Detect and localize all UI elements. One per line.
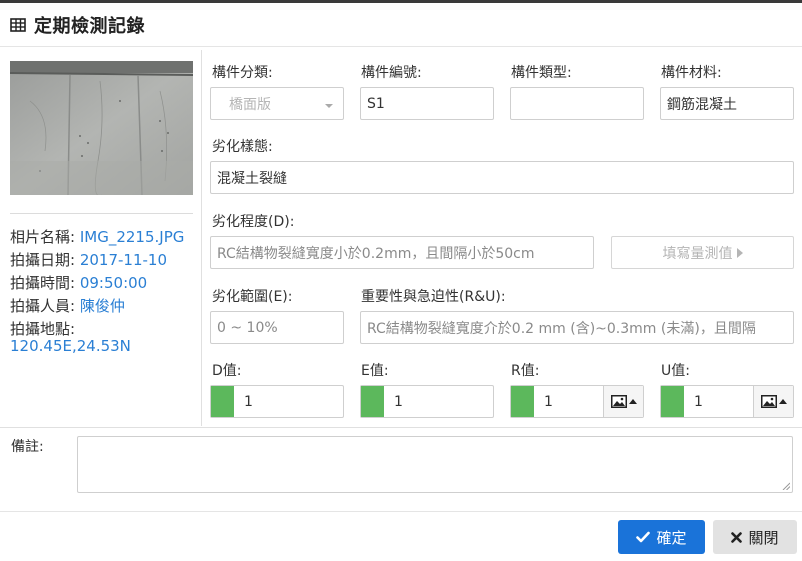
importance-urgency-label: 重要性與急迫性(R&U): <box>361 289 506 305</box>
dialog-title: 定期檢測記錄 <box>34 15 145 37</box>
chevron-down-icon <box>325 104 333 108</box>
component-material-label: 構件材料: <box>661 65 722 81</box>
resize-grip-icon[interactable] <box>782 482 790 490</box>
component-category-select[interactable]: 橋面版 <box>210 87 344 120</box>
photo-name-link[interactable]: IMG_2215.JPG <box>80 228 185 246</box>
table-grid-icon <box>10 17 26 33</box>
deterioration-pattern-label: 劣化樣態: <box>212 139 273 155</box>
component-id-label: 構件編號: <box>361 65 422 81</box>
d-value-field[interactable]: 1 <box>210 385 344 418</box>
caret-up-icon <box>628 399 637 404</box>
inspection-photo[interactable] <box>10 61 193 195</box>
deterioration-range-label: 劣化範圍(E): <box>212 289 293 305</box>
fill-measurement-button[interactable]: 填寫量測值 <box>611 236 794 269</box>
component-type-input[interactable] <box>510 87 644 120</box>
photo-person-row: 拍攝人員: 陳俊仲 <box>10 297 125 315</box>
confirm-button[interactable]: 確定 <box>618 520 705 554</box>
section-divider <box>0 427 802 428</box>
close-button[interactable]: 關閉 <box>713 520 797 554</box>
image-icon <box>760 395 777 408</box>
e-value-color <box>361 386 384 417</box>
d-value-label: D值: <box>212 363 242 379</box>
u-value-image-toggle[interactable] <box>753 386 793 417</box>
footer-divider <box>0 511 802 512</box>
photo-time-value: 09:50:00 <box>79 274 148 292</box>
caret-up-icon <box>778 399 787 404</box>
component-material-input[interactable]: 鋼筋混凝土 <box>660 87 794 120</box>
photo-location-value: 120.45E,24.53N <box>10 337 131 355</box>
photo-person-value: 陳俊仲 <box>79 297 125 315</box>
e-value-field[interactable]: 1 <box>360 385 494 418</box>
photo-metadata: 相片名稱: IMG_2215.JPG 拍攝日期: 2017-11-10 拍攝時間… <box>10 226 200 355</box>
r-value-label: R值: <box>511 363 540 379</box>
deterioration-degree-input[interactable]: RC結構物裂縫寬度小於0.2mm，且間隔小於50cm <box>210 236 594 269</box>
deterioration-degree-label: 劣化程度(D): <box>212 214 295 230</box>
r-value-image-toggle[interactable] <box>603 386 643 417</box>
u-value-color <box>661 386 684 417</box>
photo-time-row: 拍攝時間: 09:50:00 <box>10 274 148 292</box>
e-value-label: E值: <box>361 363 389 379</box>
r-value-field[interactable]: 1 <box>510 385 644 418</box>
photo-location-row: 拍攝地點: 120.45E,24.53N <box>10 320 131 355</box>
close-x-icon <box>731 531 743 543</box>
component-type-label: 構件類型: <box>511 65 572 81</box>
component-id-input[interactable]: S1 <box>360 87 494 120</box>
deterioration-range-input[interactable]: 0 ~ 10% <box>210 311 344 344</box>
deterioration-pattern-input[interactable]: 混凝土裂縫 <box>210 161 794 194</box>
remarks-label: 備註: <box>11 439 44 455</box>
u-value-label: U值: <box>661 363 690 379</box>
photo-date-value: 2017-11-10 <box>79 251 168 269</box>
dialog-header: 定期檢測記錄 <box>0 3 802 47</box>
photo-divider <box>10 213 193 214</box>
u-value-field[interactable]: 1 <box>660 385 794 418</box>
chevron-right-icon <box>736 247 743 258</box>
component-category-label: 構件分類: <box>212 65 273 81</box>
remarks-textarea[interactable] <box>77 436 793 493</box>
photo-date-row: 拍攝日期: 2017-11-10 <box>10 251 168 269</box>
r-value-color <box>511 386 534 417</box>
importance-urgency-input[interactable]: RC結構物裂縫寬度介於0.2 mm (含)~0.3mm (未滿)，且間隔 <box>360 311 794 344</box>
checkmark-icon <box>636 531 651 543</box>
d-value-color <box>211 386 234 417</box>
photo-name-row: 相片名稱: IMG_2215.JPG <box>10 228 185 246</box>
photo-panel: 相片名稱: IMG_2215.JPG 拍攝日期: 2017-11-10 拍攝時間… <box>0 50 202 426</box>
image-icon <box>610 395 627 408</box>
